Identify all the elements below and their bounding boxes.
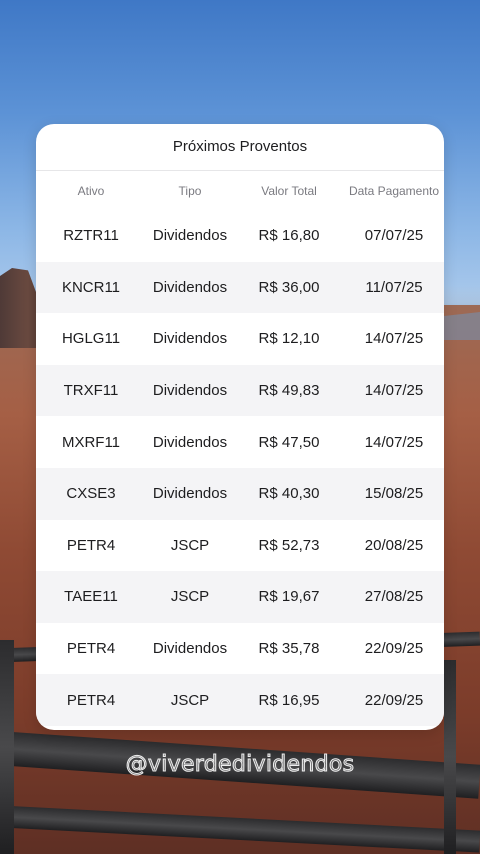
- cell-data: 14/07/25: [364, 330, 424, 348]
- cell-ativo: MXRF11: [61, 433, 121, 451]
- cell-valor: R$ 12,10: [258, 330, 320, 348]
- cell-tipo: Dividendos: [152, 278, 228, 296]
- table-row: PETR4 JSCP R$ 52,73 20/08/25: [36, 520, 444, 572]
- cell-ativo: RZTR11: [63, 227, 119, 245]
- cell-valor: R$ 40,30: [258, 485, 320, 503]
- table-row: TAEE11 JSCP R$ 19,67 27/08/25: [36, 571, 444, 623]
- cell-data: 27/08/25: [364, 588, 424, 606]
- cell-data: 20/08/25: [364, 536, 424, 554]
- cell-valor: R$ 16,95: [258, 691, 320, 709]
- watermark-handle: @viverdedividendos: [125, 752, 355, 778]
- cell-valor: R$ 49,83: [258, 382, 320, 400]
- cell-data: 14/07/25: [364, 433, 424, 451]
- cell-ativo: PETR4: [66, 691, 116, 709]
- railing-post: [0, 640, 14, 854]
- table-row: RZTR11 Dividendos R$ 16,80 07/07/25: [36, 210, 444, 262]
- table-row: KNCR11 Dividendos R$ 36,00 11/07/25: [36, 261, 444, 314]
- cell-data: 14/07/25: [364, 382, 424, 400]
- table-row: MXRF11 Dividendos R$ 47,50 14/07/25: [36, 416, 444, 468]
- cell-valor: R$ 47,50: [258, 433, 320, 451]
- table-row: PETR4 JSCP R$ 16,95 22/09/25: [36, 674, 444, 726]
- card-title: Próximos Proventos: [36, 124, 444, 171]
- cell-tipo: Dividendos: [152, 227, 228, 245]
- cell-ativo: TRXF11: [63, 382, 119, 400]
- cell-tipo: Dividendos: [152, 433, 228, 451]
- cell-tipo: Dividendos: [152, 640, 228, 658]
- cell-tipo: JSCP: [170, 588, 210, 606]
- cell-valor: R$ 16,80: [258, 227, 320, 245]
- cell-ativo: CXSE3: [66, 485, 116, 503]
- cell-data: 22/09/25: [364, 691, 424, 709]
- cell-tipo: JSCP: [170, 536, 210, 554]
- table-row: TRXF11 Dividendos R$ 49,83 14/07/25: [36, 364, 444, 417]
- cell-tipo: Dividendos: [152, 485, 228, 503]
- header-valor: Valor Total: [261, 183, 317, 198]
- cell-ativo: PETR4: [66, 640, 116, 658]
- cell-tipo: Dividendos: [152, 330, 228, 348]
- header-tipo: Tipo: [178, 183, 202, 198]
- cell-tipo: Dividendos: [152, 382, 228, 400]
- cell-data: 22/09/25: [364, 640, 424, 658]
- header-ativo: Ativo: [77, 183, 105, 198]
- cell-data: 11/07/25: [365, 278, 423, 296]
- table-body: RZTR11 Dividendos R$ 16,80 07/07/25 KNCR11 Di…: [36, 210, 444, 726]
- table-header: Ativo Tipo Valor Total Data Pagamento: [36, 171, 444, 210]
- cell-data: 15/08/25: [364, 485, 424, 503]
- cell-ativo: KNCR11: [61, 278, 121, 296]
- cell-valor: R$ 36,00: [258, 278, 320, 296]
- cell-tipo: JSCP: [170, 691, 210, 709]
- cell-ativo: PETR4: [66, 536, 116, 554]
- table-row: HGLG11 Dividendos R$ 12,10 14/07/25: [36, 313, 444, 365]
- header-data: Data Pagamento: [348, 183, 440, 198]
- table-row: PETR4 Dividendos R$ 35,78 22/09/25: [36, 623, 444, 675]
- cell-valor: R$ 52,73: [258, 536, 320, 554]
- dividends-card: Próximos Proventos Ativo Tipo Valor Tota…: [36, 124, 444, 730]
- cell-ativo: TAEE11: [64, 588, 118, 606]
- cell-ativo: HGLG11: [61, 330, 121, 348]
- cell-valor: R$ 35,78: [258, 640, 320, 658]
- cell-valor: R$ 19,67: [258, 588, 320, 606]
- cell-data: 07/07/25: [364, 227, 424, 245]
- table-row: CXSE3 Dividendos R$ 40,30 15/08/25: [36, 467, 444, 520]
